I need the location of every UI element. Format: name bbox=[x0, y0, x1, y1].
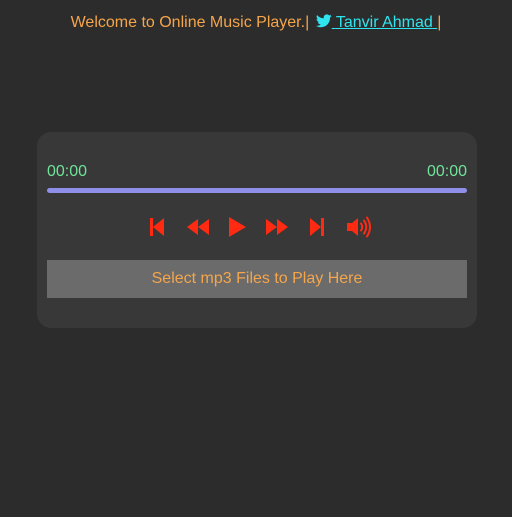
author-link-label[interactable]: Tanvir Ahmad bbox=[336, 14, 433, 31]
volume-button[interactable] bbox=[345, 214, 373, 240]
trailing-separator: | bbox=[437, 14, 442, 31]
skip-end-icon bbox=[310, 218, 324, 236]
fast-forward-icon bbox=[266, 219, 288, 235]
select-files-button[interactable]: Select mp3 Files to Play Here bbox=[47, 260, 467, 298]
previous-button[interactable] bbox=[149, 214, 165, 240]
play-button[interactable] bbox=[227, 214, 247, 240]
rewind-icon bbox=[187, 219, 209, 235]
welcome-text: Welcome to Online Music Player.| bbox=[70, 14, 310, 31]
playback-controls bbox=[37, 214, 477, 240]
music-player-panel: 00:00 00:00 Select mp3 Files to Play Her… bbox=[37, 132, 477, 328]
header-bar: Welcome to Online Music Player.| Tanvir … bbox=[0, 13, 512, 33]
progress-bar[interactable] bbox=[47, 188, 467, 193]
volume-icon bbox=[347, 216, 371, 238]
current-time: 00:00 bbox=[47, 163, 88, 180]
skip-start-icon bbox=[150, 218, 164, 236]
fast-forward-button[interactable] bbox=[265, 214, 289, 240]
total-time: 00:00 bbox=[426, 163, 467, 180]
twitter-icon bbox=[315, 14, 332, 28]
play-icon bbox=[229, 217, 246, 237]
rewind-button[interactable] bbox=[186, 214, 210, 240]
next-button[interactable] bbox=[309, 214, 325, 240]
author-link[interactable]: Tanvir Ahmad bbox=[314, 14, 438, 31]
